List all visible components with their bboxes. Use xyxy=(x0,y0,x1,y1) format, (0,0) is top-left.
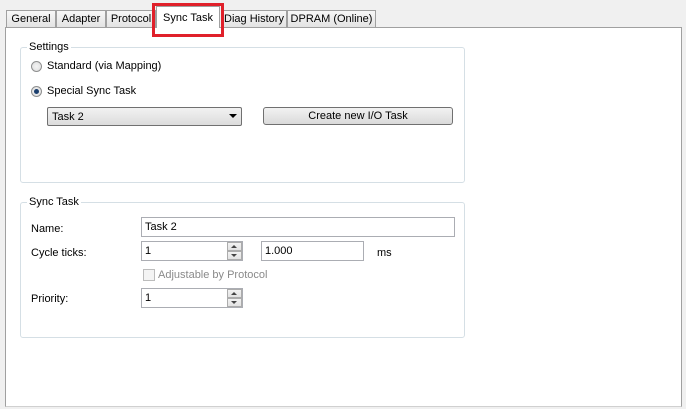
name-label: Name: xyxy=(31,223,64,235)
spin-up-icon[interactable] xyxy=(227,289,242,298)
adjustable-checkbox-label: Adjustable by Protocol xyxy=(158,269,268,281)
tab-label: General xyxy=(11,13,51,25)
adjustable-checkbox[interactable] xyxy=(143,269,155,281)
tab-sync-task[interactable]: Sync Task xyxy=(156,6,220,28)
tab-general[interactable]: General xyxy=(6,10,56,27)
task-select[interactable]: Task 2 xyxy=(47,107,242,126)
tab-dpram-online[interactable]: DPRAM (Online) xyxy=(287,10,376,27)
cycle-time-field[interactable]: 1.000 xyxy=(261,241,364,261)
create-io-task-label: Create new I/O Task xyxy=(308,110,408,122)
cycle-time-unit: ms xyxy=(377,247,392,259)
spin-down-icon[interactable] xyxy=(227,298,242,307)
cycle-ticks-label: Cycle ticks: xyxy=(31,247,87,259)
tab-diag-history[interactable]: Diag History xyxy=(221,10,287,27)
name-value: Task 2 xyxy=(145,221,177,233)
special-sync-radio-label[interactable]: Special Sync Task xyxy=(47,85,136,97)
tab-protocol[interactable]: Protocol xyxy=(106,10,156,27)
tab-label: Adapter xyxy=(61,13,101,25)
cycle-time-value: 1.000 xyxy=(265,245,293,257)
priority-label: Priority: xyxy=(31,293,69,305)
priority-value: 1 xyxy=(145,292,152,304)
settings-legend: Settings xyxy=(27,41,71,54)
tab-content-pane: Settings Standard (via Mapping) Special … xyxy=(5,27,682,407)
cycle-ticks-spinner xyxy=(227,242,242,260)
special-sync-radio[interactable] xyxy=(31,86,42,97)
priority-stepper[interactable]: 1 xyxy=(141,288,243,308)
tab-label: DPRAM (Online) xyxy=(290,13,373,25)
standard-radio[interactable] xyxy=(31,61,42,72)
create-io-task-button[interactable]: Create new I/O Task xyxy=(263,107,453,125)
task-select-value: Task 2 xyxy=(52,111,84,123)
settings-group: Settings Standard (via Mapping) Special … xyxy=(20,41,465,183)
name-field[interactable]: Task 2 xyxy=(141,217,455,237)
tab-adapter[interactable]: Adapter xyxy=(56,10,106,27)
standard-radio-label[interactable]: Standard (via Mapping) xyxy=(47,60,161,72)
cycle-ticks-value: 1 xyxy=(145,245,152,257)
cycle-ticks-stepper[interactable]: 1 xyxy=(141,241,243,261)
tab-label: Diag History xyxy=(224,13,284,25)
sync-task-group: Sync Task Name: Task 2 Cycle ticks: 1 1.… xyxy=(20,196,465,338)
spin-down-icon[interactable] xyxy=(227,251,242,260)
spin-up-icon[interactable] xyxy=(227,242,242,251)
priority-spinner xyxy=(227,289,242,307)
chevron-down-icon xyxy=(229,114,237,118)
tab-label: Protocol xyxy=(110,13,152,25)
tab-label: Sync Task xyxy=(163,12,213,24)
sync-task-legend: Sync Task xyxy=(27,196,81,209)
